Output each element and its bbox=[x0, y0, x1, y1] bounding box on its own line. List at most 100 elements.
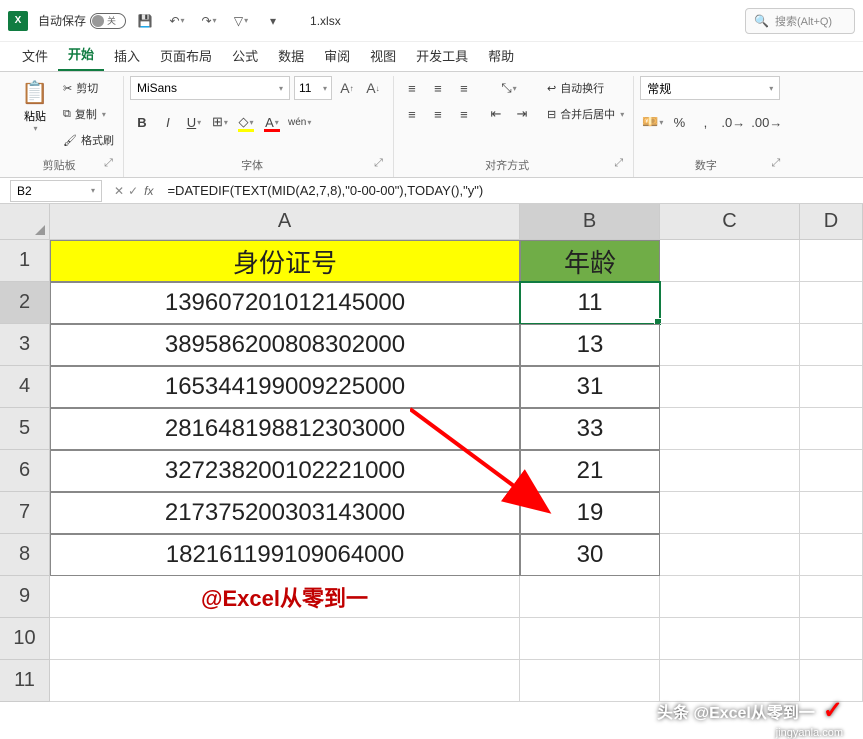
cell[interactable] bbox=[800, 534, 863, 576]
cell-a9[interactable]: @Excel从零到一 bbox=[50, 576, 520, 618]
orientation-button[interactable]: ⤡▾ bbox=[484, 76, 534, 100]
indent-increase-icon[interactable]: ⇥ bbox=[510, 102, 534, 126]
cell-b1[interactable]: 年龄 bbox=[520, 240, 660, 282]
save-icon[interactable]: 💾 bbox=[132, 8, 158, 34]
align-middle-icon[interactable]: ≡ bbox=[426, 76, 450, 100]
cell[interactable] bbox=[660, 408, 800, 450]
row-header[interactable]: 2 bbox=[0, 282, 50, 324]
cancel-formula-icon[interactable]: ✕ bbox=[114, 184, 124, 198]
cell-b9[interactable] bbox=[520, 576, 660, 618]
cut-button[interactable]: ✂剪切 bbox=[60, 76, 117, 100]
cell[interactable] bbox=[660, 324, 800, 366]
cell-a7[interactable]: 217375200303143000 bbox=[50, 492, 520, 534]
cell[interactable] bbox=[660, 492, 800, 534]
tab-developer[interactable]: 开发工具 bbox=[406, 40, 478, 71]
cell-c9[interactable] bbox=[660, 576, 800, 618]
indent-decrease-icon[interactable]: ⇤ bbox=[484, 102, 508, 126]
wrap-text-button[interactable]: ↩自动换行 bbox=[544, 76, 627, 100]
cell[interactable] bbox=[800, 618, 863, 660]
font-name-select[interactable]: MiSans▾ bbox=[130, 76, 290, 100]
cell[interactable] bbox=[520, 618, 660, 660]
tab-layout[interactable]: 页面布局 bbox=[150, 40, 222, 71]
row-header[interactable]: 8 bbox=[0, 534, 50, 576]
font-color-button[interactable]: A▾ bbox=[260, 110, 284, 134]
cell[interactable] bbox=[660, 450, 800, 492]
cell-a1[interactable]: 身份证号 bbox=[50, 240, 520, 282]
cell[interactable] bbox=[800, 492, 863, 534]
phonetic-button[interactable]: wén▾ bbox=[286, 110, 313, 134]
align-top-icon[interactable]: ≡ bbox=[400, 76, 424, 100]
cell-b3[interactable]: 13 bbox=[520, 324, 660, 366]
filter-icon[interactable]: ▽▾ bbox=[228, 8, 254, 34]
select-all-corner[interactable] bbox=[0, 204, 50, 240]
shrink-font-icon[interactable]: A↓ bbox=[362, 77, 384, 99]
cell[interactable] bbox=[50, 660, 520, 702]
launcher-icon[interactable]: ⤢ bbox=[374, 157, 383, 170]
align-right-icon[interactable]: ≡ bbox=[452, 102, 476, 126]
cell[interactable] bbox=[660, 366, 800, 408]
cell-d9[interactable] bbox=[800, 576, 863, 618]
tab-data[interactable]: 数据 bbox=[268, 40, 314, 71]
currency-button[interactable]: 💴▾ bbox=[640, 110, 665, 134]
tab-file[interactable]: 文件 bbox=[12, 40, 58, 71]
comma-button[interactable]: , bbox=[693, 110, 717, 134]
underline-button[interactable]: U▾ bbox=[182, 110, 206, 134]
cell[interactable] bbox=[800, 450, 863, 492]
cell-a4[interactable]: 165344199009225000 bbox=[50, 366, 520, 408]
row-header[interactable]: 11 bbox=[0, 660, 50, 702]
row-header[interactable]: 4 bbox=[0, 366, 50, 408]
cell-a5[interactable]: 281648198812303000 bbox=[50, 408, 520, 450]
cell-a3[interactable]: 389586200808302000 bbox=[50, 324, 520, 366]
tab-review[interactable]: 审阅 bbox=[314, 40, 360, 71]
cell[interactable] bbox=[800, 408, 863, 450]
fill-color-button[interactable]: ◇▾ bbox=[234, 110, 258, 134]
border-button[interactable]: ⊞▾ bbox=[208, 110, 232, 134]
paste-button[interactable]: 📋 粘贴 ▾ bbox=[14, 76, 56, 137]
tab-home[interactable]: 开始 bbox=[58, 38, 104, 71]
merge-button[interactable]: ⊟合并后居中▾ bbox=[544, 102, 627, 126]
decrease-decimal-icon[interactable]: .00→ bbox=[749, 110, 784, 134]
align-bottom-icon[interactable]: ≡ bbox=[452, 76, 476, 100]
cell-a2[interactable]: 139607201012145000 bbox=[50, 282, 520, 324]
row-header[interactable]: 1 bbox=[0, 240, 50, 282]
cell[interactable] bbox=[800, 282, 863, 324]
cell-a6[interactable]: 327238200102221000 bbox=[50, 450, 520, 492]
launcher-icon[interactable]: ⤢ bbox=[104, 157, 113, 170]
qat-overflow-icon[interactable]: ▾ bbox=[260, 8, 286, 34]
enter-formula-icon[interactable]: ✓ bbox=[128, 184, 138, 198]
cell-b5[interactable]: 33 bbox=[520, 408, 660, 450]
cell[interactable] bbox=[660, 282, 800, 324]
grow-font-icon[interactable]: A↑ bbox=[336, 77, 358, 99]
cell[interactable] bbox=[520, 660, 660, 702]
increase-decimal-icon[interactable]: .0→ bbox=[719, 110, 747, 134]
col-header-b[interactable]: B bbox=[520, 204, 660, 240]
format-painter-button[interactable]: 🖌格式刷 bbox=[60, 128, 117, 152]
tab-view[interactable]: 视图 bbox=[360, 40, 406, 71]
col-header-d[interactable]: D bbox=[800, 204, 863, 240]
undo-icon[interactable]: ↶▾ bbox=[164, 8, 190, 34]
cell-b7[interactable]: 19 bbox=[520, 492, 660, 534]
cell-c1[interactable] bbox=[660, 240, 800, 282]
cell-b8[interactable]: 30 bbox=[520, 534, 660, 576]
name-box[interactable]: B2▾ bbox=[10, 180, 102, 202]
fx-icon[interactable]: fx bbox=[144, 184, 153, 198]
row-header[interactable]: 6 bbox=[0, 450, 50, 492]
search-input[interactable]: 🔍 搜索(Alt+Q) bbox=[745, 8, 855, 34]
row-header[interactable]: 5 bbox=[0, 408, 50, 450]
tab-formulas[interactable]: 公式 bbox=[222, 40, 268, 71]
cell-d1[interactable] bbox=[800, 240, 863, 282]
launcher-icon[interactable]: ⤢ bbox=[772, 157, 781, 170]
row-header[interactable]: 10 bbox=[0, 618, 50, 660]
toggle-switch[interactable]: 关 bbox=[90, 13, 126, 29]
percent-button[interactable]: % bbox=[667, 110, 691, 134]
cell-b4[interactable]: 31 bbox=[520, 366, 660, 408]
cell[interactable] bbox=[800, 366, 863, 408]
number-format-select[interactable]: 常规▾ bbox=[640, 76, 780, 100]
row-header[interactable]: 3 bbox=[0, 324, 50, 366]
autosave-toggle[interactable]: 自动保存 关 bbox=[38, 12, 126, 29]
copy-button[interactable]: ⧉复制▾ bbox=[60, 102, 117, 126]
tab-insert[interactable]: 插入 bbox=[104, 40, 150, 71]
align-left-icon[interactable]: ≡ bbox=[400, 102, 424, 126]
align-center-icon[interactable]: ≡ bbox=[426, 102, 450, 126]
redo-icon[interactable]: ↷▾ bbox=[196, 8, 222, 34]
